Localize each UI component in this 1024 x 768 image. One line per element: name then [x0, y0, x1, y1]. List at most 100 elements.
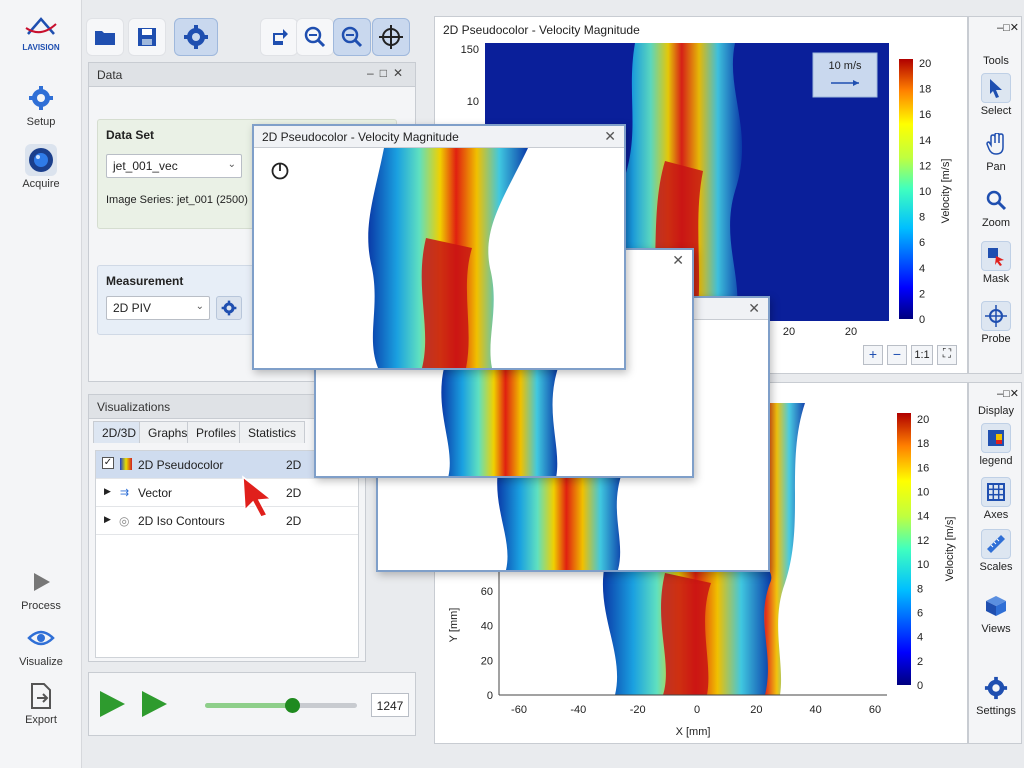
- x-axis-label: X [mm]: [676, 726, 711, 738]
- play-icon: [100, 691, 125, 717]
- expand-arrow-icon[interactable]: ▶: [104, 514, 111, 525]
- tool-probe[interactable]: Probe: [969, 301, 1023, 345]
- jet-plume: [497, 470, 623, 570]
- display-title: Display: [977, 405, 1015, 417]
- jet-core: [661, 573, 711, 695]
- zoom-1to1-button[interactable]: 1:1: [911, 345, 933, 365]
- x-tick-label: 20: [783, 326, 795, 338]
- list-item-2d-iso-contours[interactable]: ▶ ◎ 2D Iso Contours 2D: [96, 507, 358, 535]
- play-button[interactable]: [97, 689, 127, 722]
- visualizations-title: Visualizations: [97, 400, 171, 414]
- colorbar-tick-label: 6: [917, 607, 923, 619]
- colorbar-tick-label: 2: [917, 656, 923, 668]
- open-folder-button[interactable]: [86, 18, 124, 56]
- display-settings[interactable]: Settings: [969, 673, 1023, 717]
- colorbar-tick-label: 12: [919, 160, 931, 172]
- mask-icon: [981, 241, 1011, 271]
- colorbar-tick-label: 18: [917, 438, 929, 450]
- play-icon: [25, 566, 57, 598]
- expand-arrow-icon[interactable]: ▶: [104, 486, 111, 497]
- save-button[interactable]: [128, 18, 166, 56]
- x-tick-label: 40: [810, 704, 822, 716]
- magnifier-icon: [981, 185, 1011, 215]
- display-axes[interactable]: Axes: [969, 477, 1023, 521]
- gear-icon: [981, 673, 1011, 703]
- display-scales[interactable]: Scales: [969, 529, 1023, 573]
- close-icon[interactable]: ✕: [672, 252, 684, 269]
- zoom-plus-button[interactable]: +: [863, 345, 883, 365]
- tab-profiles[interactable]: Profiles: [187, 421, 246, 443]
- sidebar-item-acquire[interactable]: Acquire: [0, 144, 82, 190]
- list-item-vector[interactable]: ▶ ⇉ Vector 2D: [96, 479, 358, 507]
- close-icon[interactable]: ✕: [604, 128, 616, 145]
- popup-plot: [368, 148, 528, 368]
- display-views[interactable]: Views: [969, 591, 1023, 635]
- y-tick-label: 40: [481, 621, 493, 633]
- hand-icon: [981, 129, 1011, 159]
- y-tick-label: 10: [467, 96, 479, 108]
- slider-knob[interactable]: [284, 698, 300, 713]
- measurement-title: Measurement: [106, 274, 184, 288]
- y-tick-label: 150: [461, 44, 479, 56]
- rotate-button[interactable]: [260, 18, 298, 56]
- y-axis-label: Y [mm]: [448, 608, 460, 643]
- tool-zoom[interactable]: Zoom: [969, 185, 1023, 229]
- zoom-out-icon: [304, 26, 326, 48]
- bottom-window-controls[interactable]: –□✕: [969, 383, 1023, 403]
- popup-window-front[interactable]: 2D Pseudocolor - Velocity Magnitude ✕: [252, 124, 626, 370]
- colorbar-tick-label: 10: [917, 559, 929, 571]
- colorbar-tick-label: 4: [919, 263, 925, 275]
- colorbar-label: Velocity [m/s]: [940, 159, 952, 224]
- x-ticks: -60 -40 -20 0 20 40 60: [511, 704, 881, 716]
- display-legend[interactable]: legend: [969, 423, 1023, 467]
- zoom-in-button[interactable]: [333, 18, 371, 56]
- measurement-settings-button[interactable]: [216, 296, 242, 320]
- open-folder-icon: [95, 31, 115, 45]
- measurement-select[interactable]: 2D PIV ⌄: [106, 296, 210, 320]
- settings-button[interactable]: [174, 18, 218, 56]
- grid-icon: [981, 477, 1011, 507]
- dataset-title: Data Set: [106, 128, 155, 142]
- eye-icon: [25, 622, 57, 654]
- zoom-minus-button[interactable]: −: [887, 345, 907, 365]
- cube-icon: [981, 591, 1011, 621]
- close-icon[interactable]: ✕: [748, 300, 760, 317]
- play-icon: [142, 691, 167, 717]
- checkbox-checked[interactable]: ✓: [102, 457, 114, 469]
- data-panel-window-controls[interactable]: –□✕: [367, 66, 409, 80]
- left-sidebar: LAVISION Setup Acquire Process Visualize…: [0, 0, 82, 768]
- export-document-icon: [25, 680, 57, 712]
- jet-plume: [441, 368, 558, 476]
- probe-crosshair-icon: [981, 301, 1011, 331]
- sidebar-item-process[interactable]: Process: [0, 566, 82, 612]
- dataset-select[interactable]: jet_001_vec ⌄: [106, 154, 242, 178]
- sidebar-item-visualize[interactable]: Visualize: [0, 622, 82, 668]
- crosshair-button[interactable]: [372, 18, 410, 56]
- fit-view-button[interactable]: ⛶: [937, 345, 957, 365]
- play-next-button[interactable]: [139, 689, 169, 722]
- colorbar-tick-label: 0: [917, 680, 923, 692]
- sidebar-item-setup[interactable]: Setup: [0, 82, 82, 128]
- colorbar: [897, 413, 911, 685]
- camera-lens-icon: [25, 144, 57, 176]
- tool-select[interactable]: Select: [969, 73, 1023, 117]
- tab-statistics[interactable]: Statistics: [239, 421, 306, 443]
- cursor-icon: [981, 73, 1011, 103]
- tab-2d3d[interactable]: 2D/3D: [93, 421, 146, 443]
- zoom-out-button[interactable]: [296, 18, 334, 56]
- colorbar-tick-label: 0: [919, 314, 925, 326]
- tool-pan[interactable]: Pan: [969, 129, 1023, 173]
- y-ticks: 60 40 20 0: [481, 586, 493, 702]
- colorbar-tick-label: 10: [919, 186, 931, 198]
- frame-slider[interactable]: [205, 698, 357, 713]
- colorbar-tick-label: 20: [917, 414, 929, 426]
- colorbar-tick-label: 16: [917, 462, 929, 474]
- chevron-down-icon: ⌄: [195, 301, 204, 312]
- colorbar-tick-label: 20: [919, 58, 931, 70]
- sidebar-item-export[interactable]: Export: [0, 680, 82, 726]
- tool-mask[interactable]: Mask: [969, 241, 1023, 285]
- chevron-down-icon: ⌄: [227, 159, 236, 170]
- top-window-controls[interactable]: –□✕: [969, 17, 1023, 37]
- display-column: –□✕ Display legend Axes Scales Views Set…: [968, 382, 1022, 744]
- frame-number-field[interactable]: 1247: [371, 693, 409, 717]
